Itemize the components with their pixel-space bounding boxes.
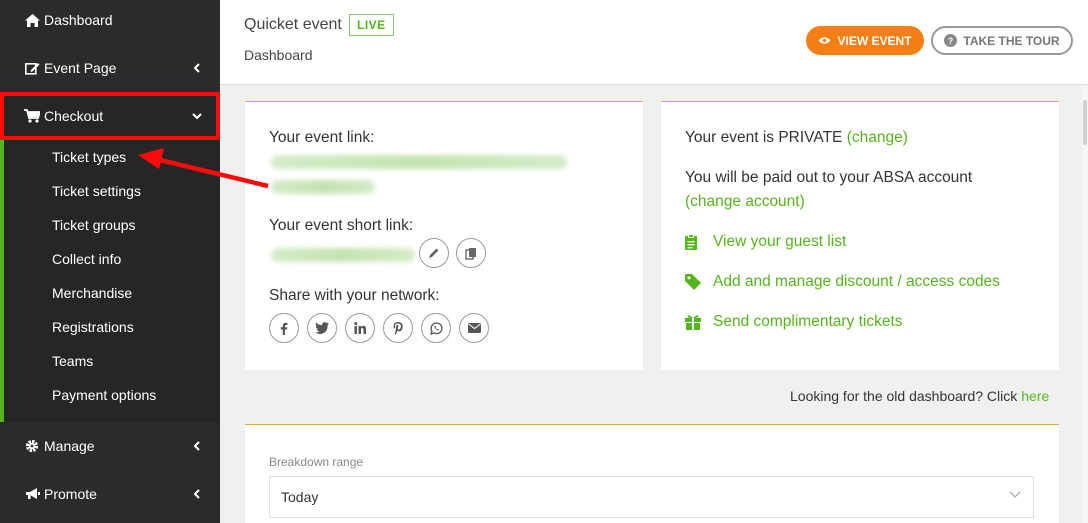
breakdown-card: Breakdown range Today (245, 424, 1059, 523)
old-dashboard-notice: Looking for the old dashboard? Click here (790, 388, 1049, 404)
edit-icon (24, 60, 40, 76)
share-linkedin-button[interactable] (345, 313, 375, 343)
event-link-value-cont[interactable] (271, 180, 375, 194)
linkedin-icon (354, 322, 366, 334)
sidebar-item-checkout[interactable]: Checkout (0, 92, 220, 140)
change-account-link[interactable]: (change account) (685, 193, 805, 211)
sidebar-item-label: Dashboard (44, 12, 113, 28)
facebook-icon (280, 322, 288, 335)
home-icon (24, 12, 40, 28)
checkout-submenu: Ticket types Ticket settings Ticket grou… (0, 140, 220, 422)
sidebar-subitem-ticket-settings[interactable]: Ticket settings (52, 181, 141, 201)
old-dashboard-text: Looking for the old dashboard? Click (790, 388, 1018, 404)
sidebar-subitem-payment-options[interactable]: Payment options (52, 385, 156, 405)
discount-codes-link[interactable]: Add and manage discount / access codes (685, 273, 1000, 291)
privacy-row: Your event is PRIVATE (change) (685, 129, 908, 147)
share-label: Share with your network: (269, 287, 440, 304)
event-link-value[interactable] (271, 155, 567, 169)
pencil-icon (429, 248, 439, 258)
page-header: Quicket event LIVE Dashboard VIEW EVENT … (220, 0, 1088, 85)
clipboard-icon (685, 234, 701, 250)
sidebar-subitem-ticket-types[interactable]: Ticket types (52, 147, 126, 167)
email-icon (467, 323, 481, 333)
chevron-down-icon (192, 113, 202, 120)
scrollbar-thumb[interactable] (1083, 100, 1087, 145)
event-link-label: Your event link: (269, 129, 375, 146)
sidebar-subitem-merchandise[interactable]: Merchandise (52, 283, 132, 303)
payout-text: You will be paid out to your ABSA accoun… (685, 169, 973, 186)
privacy-text: Your event is PRIVATE (685, 129, 843, 146)
svg-text:?: ? (948, 36, 954, 46)
sidebar-item-dashboard[interactable]: Dashboard (0, 0, 220, 40)
share-facebook-button[interactable] (269, 313, 299, 343)
pinterest-icon (393, 321, 403, 335)
complimentary-tickets-link[interactable]: Send complimentary tickets (685, 313, 903, 331)
sidebar-item-event-page[interactable]: Event Page (0, 44, 220, 92)
event-title: Quicket event (244, 16, 342, 33)
twitter-icon (315, 322, 329, 334)
breakdown-range-label: Breakdown range (269, 455, 364, 469)
chevron-left-icon (193, 441, 200, 451)
question-circle-icon: ? (944, 34, 958, 47)
take-tour-button[interactable]: ? TAKE THE TOUR (931, 26, 1073, 55)
discount-codes-label: Add and manage discount / access codes (713, 273, 1000, 290)
page-scrollbar[interactable] (1082, 86, 1088, 523)
chevron-left-icon (193, 489, 200, 499)
edit-link-button[interactable] (419, 238, 449, 268)
event-info-card: Your event is PRIVATE (change) You will … (661, 101, 1059, 370)
short-link-value[interactable] (271, 248, 415, 262)
gift-icon (685, 314, 701, 330)
view-event-button[interactable]: VIEW EVENT (806, 26, 924, 55)
sidebar: Dashboard Event Page Checkout Ticket typ… (0, 0, 220, 523)
complimentary-tickets-label: Send complimentary tickets (713, 313, 903, 330)
tag-icon (685, 274, 701, 290)
eye-icon (818, 37, 831, 44)
sidebar-subitem-ticket-groups[interactable]: Ticket groups (52, 215, 136, 235)
gear-icon (24, 438, 40, 454)
change-privacy-link[interactable]: (change) (847, 129, 908, 146)
sidebar-subitem-teams[interactable]: Teams (52, 351, 93, 371)
view-event-label: VIEW EVENT (837, 33, 912, 48)
copy-icon (465, 247, 476, 260)
megaphone-icon (24, 486, 40, 502)
sidebar-subitem-registrations[interactable]: Registrations (52, 317, 134, 337)
guest-list-label: View your guest list (713, 233, 847, 250)
sidebar-item-label: Manage (44, 438, 95, 454)
sidebar-item-label: Event Page (44, 60, 117, 76)
short-link-label: Your event short link: (269, 217, 414, 234)
sidebar-subitem-collect-info[interactable]: Collect info (52, 249, 121, 269)
breadcrumb: Dashboard (244, 47, 313, 63)
chevron-down-icon (1009, 491, 1021, 498)
sidebar-item-label: Promote (44, 486, 97, 502)
share-twitter-button[interactable] (307, 313, 337, 343)
share-whatsapp-button[interactable] (421, 313, 451, 343)
sidebar-item-promote[interactable]: Promote (0, 470, 220, 518)
chevron-left-icon (193, 63, 200, 73)
old-dashboard-link[interactable]: here (1021, 388, 1049, 404)
copy-link-button[interactable] (456, 238, 486, 268)
share-email-button[interactable] (459, 313, 489, 343)
event-links-card: Your event link: Your event short link: … (245, 101, 643, 370)
cart-icon (24, 108, 40, 124)
breakdown-range-value: Today (281, 489, 319, 505)
sidebar-item-label: Checkout (44, 108, 104, 124)
breakdown-range-select[interactable]: Today (269, 476, 1034, 518)
take-tour-label: TAKE THE TOUR (963, 33, 1060, 48)
status-badge: LIVE (349, 14, 394, 36)
share-pinterest-button[interactable] (383, 313, 413, 343)
guest-list-link[interactable]: View your guest list (685, 233, 846, 251)
whatsapp-icon (429, 321, 443, 335)
sidebar-item-manage[interactable]: Manage (0, 422, 220, 470)
